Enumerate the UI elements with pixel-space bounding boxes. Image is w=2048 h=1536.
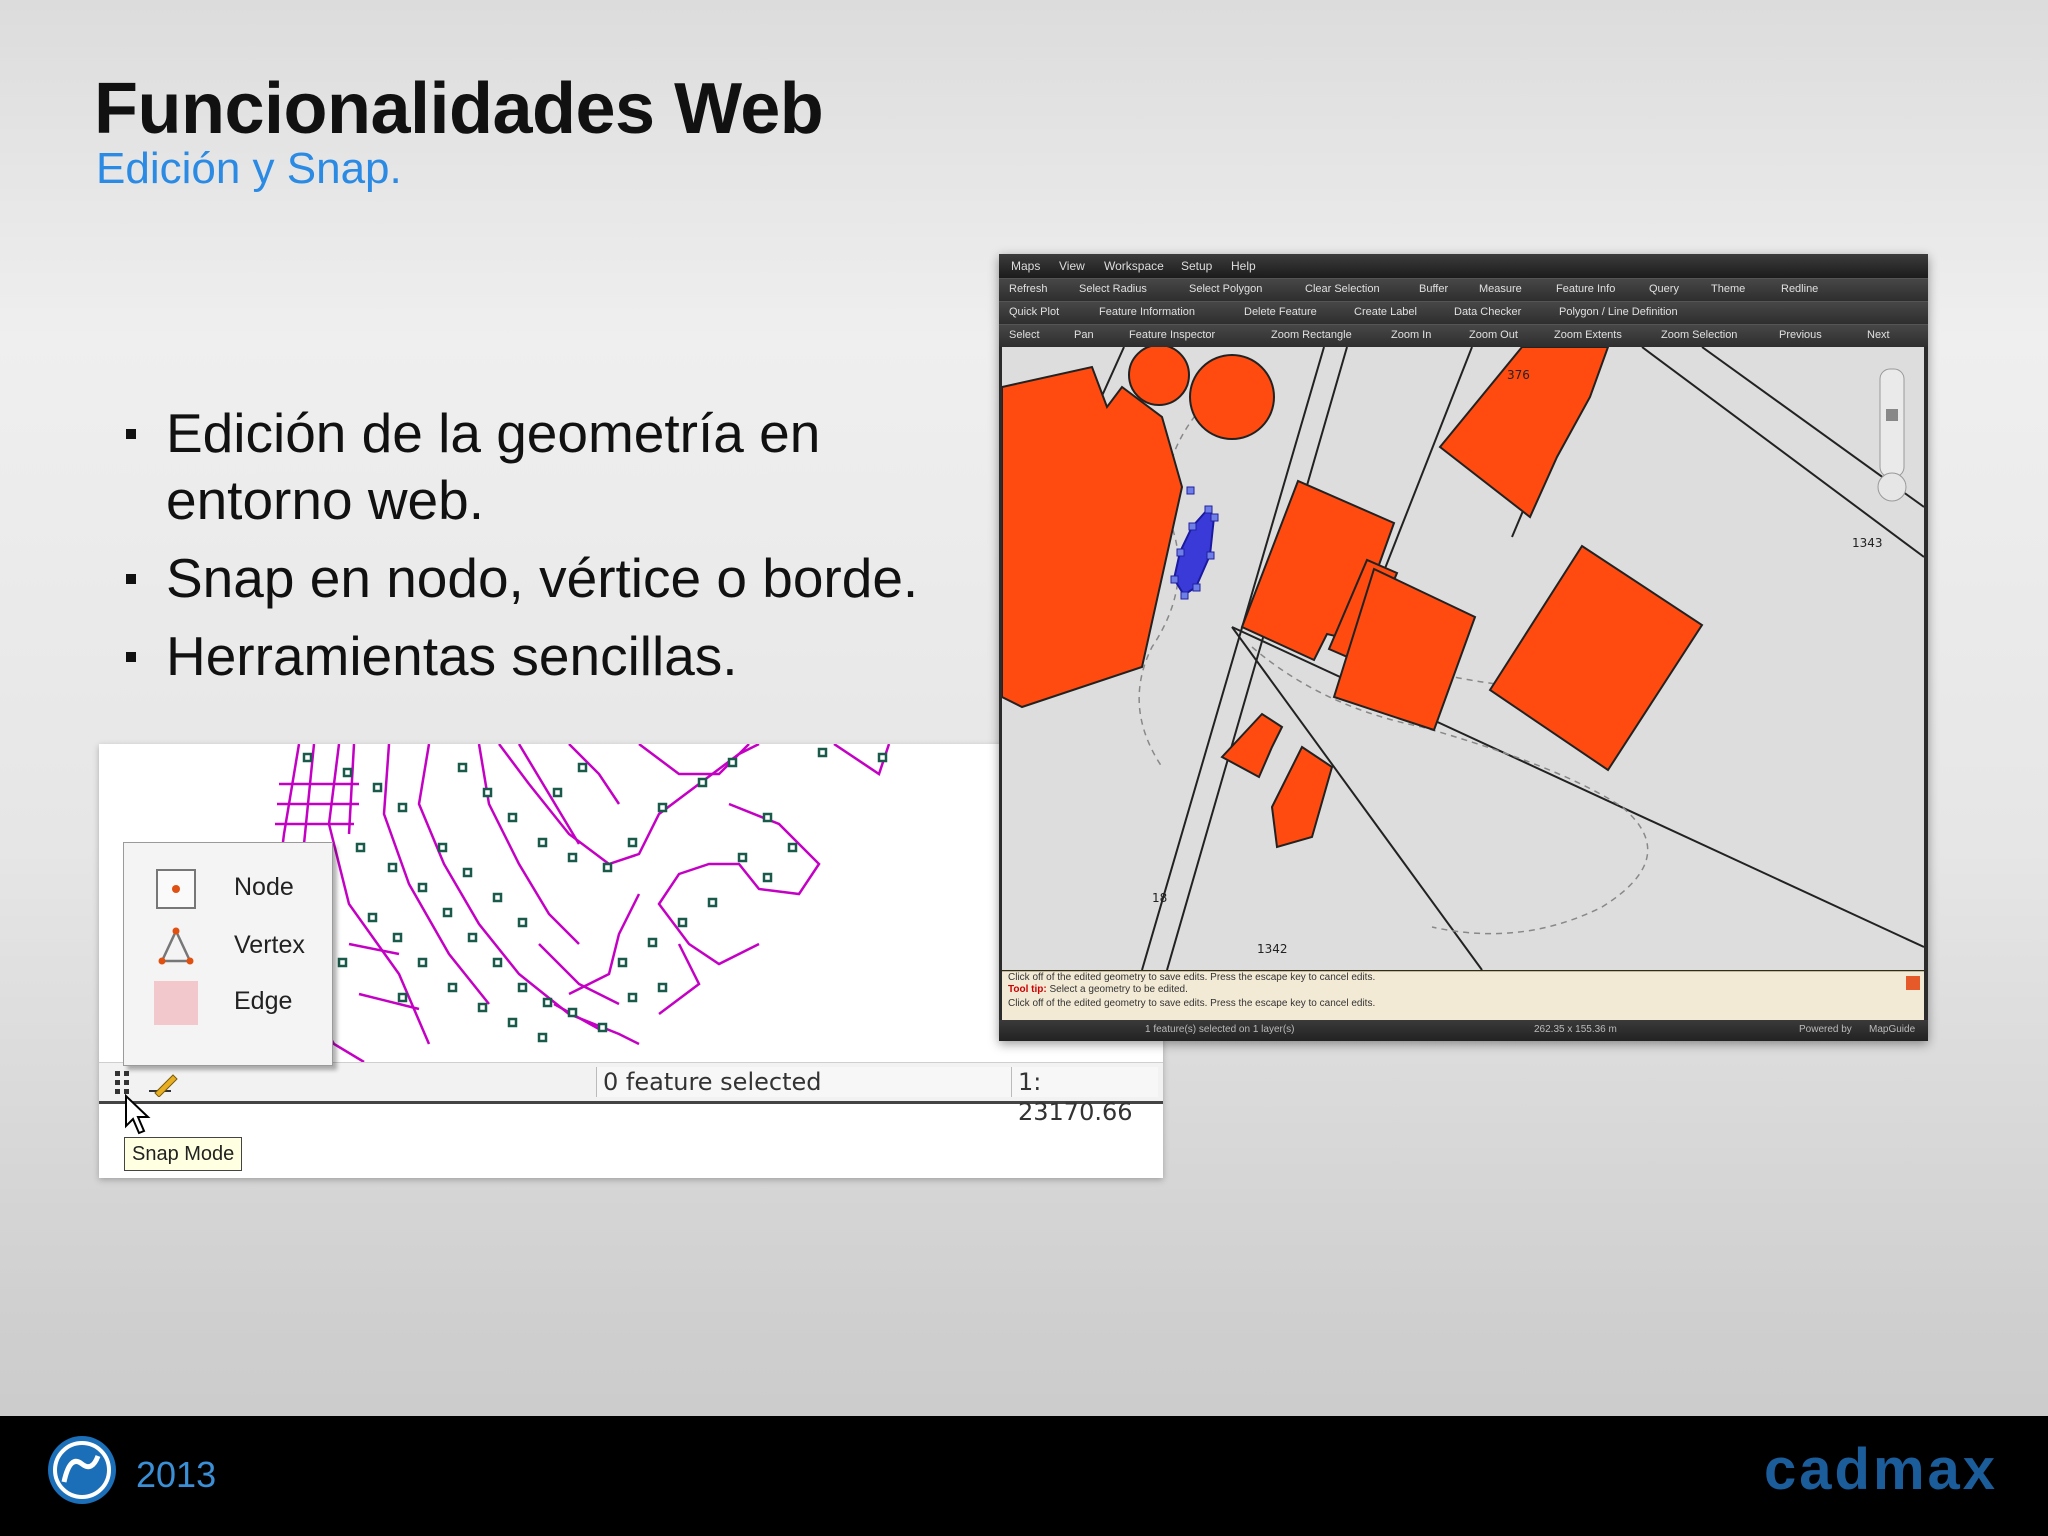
message-panel: Click off of the edited geometry to save… (1002, 971, 1924, 1020)
menu-setup[interactable]: Setup (1181, 259, 1212, 273)
company-logo-icon (48, 1436, 116, 1504)
feature-info-button[interactable]: Feature Info (1556, 283, 1615, 295)
data-checker-button[interactable]: Data Checker (1454, 306, 1521, 318)
zoom-selection-button[interactable]: Zoom Selection (1661, 329, 1737, 341)
measure-button[interactable]: Measure (1479, 283, 1522, 295)
menu-help[interactable]: Help (1231, 259, 1256, 273)
map-label-376: 376 (1507, 368, 1530, 382)
powered-by-label: Powered by (1799, 1024, 1852, 1035)
redline-button[interactable]: Redline (1781, 283, 1818, 295)
edit-tool-icon[interactable] (149, 1074, 178, 1097)
refresh-button[interactable]: Refresh (1009, 283, 1048, 295)
bullet-marker (126, 574, 136, 584)
clear-selection-button[interactable]: Clear Selection (1305, 283, 1380, 295)
menu-workspace[interactable]: Workspace (1104, 259, 1164, 273)
menu-view[interactable]: View (1059, 259, 1085, 273)
feature-inspector-button[interactable]: Feature Inspector (1129, 329, 1215, 341)
cursor-icon (125, 1094, 151, 1135)
toolbar-navigation: Select Pan Feature Inspector Zoom Rectan… (999, 324, 1928, 347)
footer-year: 2013 (136, 1454, 217, 1495)
footer-bar: 2013 cadmax (0, 1416, 2048, 1536)
close-icon[interactable] (1906, 976, 1920, 990)
zoom-rectangle-button[interactable]: Zoom Rectangle (1271, 329, 1352, 341)
theme-button[interactable]: Theme (1711, 283, 1745, 295)
zoom-slider[interactable] (1877, 368, 1907, 502)
bullet-item: Snap en nodo, vértice o borde. (120, 545, 980, 612)
bullet-list: Edición de la geometría en entorno web. … (120, 400, 980, 701)
pan-button[interactable]: Pan (1074, 329, 1094, 341)
snap-mode-menu: Node Vertex Edge (123, 842, 333, 1066)
snap-mode-tooltip: Snap Mode (124, 1137, 243, 1171)
snap-mode-icon[interactable] (115, 1071, 129, 1094)
delete-feature-button[interactable]: Delete Feature (1244, 306, 1317, 318)
bullet-marker (126, 429, 136, 439)
create-label-button[interactable]: Create Label (1354, 306, 1417, 318)
zoom-in-button[interactable]: Zoom In (1391, 329, 1431, 341)
mapguide-logo: MapGuide (1869, 1024, 1916, 1035)
bullet-marker (126, 652, 136, 662)
status-bar: 0 feature selected 1: 23170.66 (99, 1062, 1163, 1126)
slide-title: Funcionalidades Web (94, 69, 824, 149)
web-gis-screenshot: Maps View Workspace Setup Help Refresh S… (999, 254, 1928, 1041)
toolbar-edit: Quick Plot Feature Information Delete Fe… (999, 301, 1928, 324)
vertex-icon (158, 927, 194, 965)
scale-readout: 1: 23170.66 (1011, 1067, 1158, 1126)
polygon-line-definition-button[interactable]: Polygon / Line Definition (1559, 306, 1678, 318)
brand-logo: cadmax (1764, 1437, 1999, 1502)
select-polygon-button[interactable]: Select Polygon (1189, 283, 1262, 295)
map-extent-status: 262.35 x 155.36 m (1534, 1024, 1617, 1035)
previous-button[interactable]: Previous (1779, 329, 1822, 341)
map-label-1342: 1342 (1257, 942, 1288, 956)
select-button[interactable]: Select (1009, 329, 1040, 341)
quick-plot-button[interactable]: Quick Plot (1009, 306, 1059, 318)
zoom-out-button[interactable]: Zoom Out (1469, 329, 1518, 341)
slide-subtitle: Edición y Snap. (96, 144, 402, 193)
app-status-bar: 1 feature(s) selected on 1 layer(s) 262.… (999, 1020, 1928, 1041)
node-icon (156, 869, 196, 909)
next-button[interactable]: Next (1867, 329, 1890, 341)
feature-information-button[interactable]: Feature Information (1099, 306, 1195, 318)
toolbar-main: Refresh Select Radius Select Polygon Cle… (999, 278, 1928, 301)
map-view[interactable]: 376 1343 1342 18 (1002, 347, 1924, 970)
menu-bar: Maps View Workspace Setup Help (999, 254, 1928, 278)
bullet-item: Edición de la geometría en entorno web. (120, 400, 980, 534)
map-label-1343: 1343 (1852, 536, 1883, 550)
map-label-18: 18 (1152, 891, 1167, 905)
select-radius-button[interactable]: Select Radius (1079, 283, 1147, 295)
bullet-item: Herramientas sencillas. (120, 623, 980, 690)
buffer-button[interactable]: Buffer (1419, 283, 1448, 295)
edge-icon (154, 981, 198, 1025)
selection-status: 1 feature(s) selected on 1 layer(s) (1145, 1024, 1295, 1035)
query-button[interactable]: Query (1649, 283, 1679, 295)
zoom-extents-button[interactable]: Zoom Extents (1554, 329, 1622, 341)
menu-maps[interactable]: Maps (1011, 259, 1040, 273)
